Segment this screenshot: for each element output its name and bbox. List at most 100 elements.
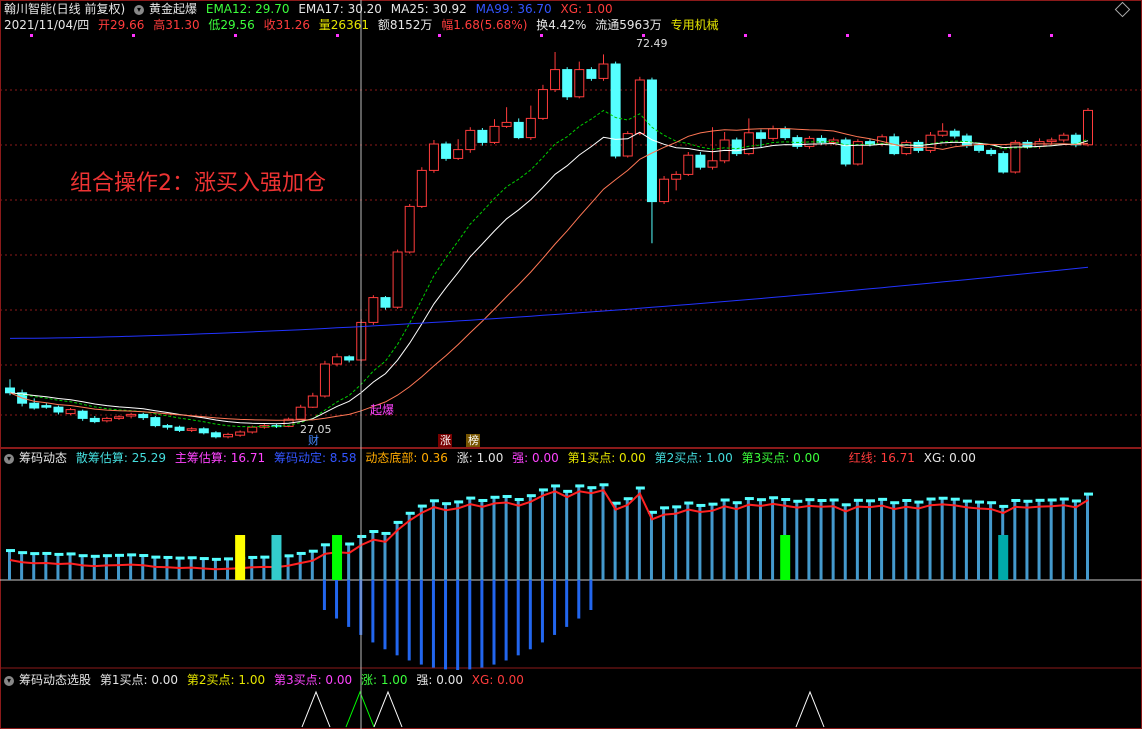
chip-bar <box>843 504 847 580</box>
candle-body <box>138 413 149 419</box>
indicator2-toggle-icon[interactable]: ▾ <box>4 453 14 464</box>
candle-body <box>53 406 64 413</box>
top-marker-dot <box>948 34 951 37</box>
candle-body <box>65 409 76 415</box>
ma99-value: MA99: 36.70 <box>475 2 552 16</box>
candlestick-series <box>5 52 1093 439</box>
chip-bar <box>831 500 835 580</box>
ma25-value: MA25: 30.92 <box>390 2 467 16</box>
quote-volume: 量26361 <box>318 18 369 32</box>
chip-bar <box>819 500 823 580</box>
indicator-toggle-icon[interactable]: ▾ <box>134 4 145 15</box>
top-marker-dot <box>438 34 441 37</box>
chip-bar <box>880 499 884 580</box>
candle-body <box>537 89 548 119</box>
chip-neg-bar <box>371 580 375 643</box>
candle-body <box>223 433 234 438</box>
candle-body <box>1058 134 1069 141</box>
chip-bar <box>8 550 11 580</box>
candle-body <box>695 154 706 168</box>
chip-bar <box>129 554 133 580</box>
top-marker-dot <box>30 34 33 37</box>
candle-body <box>5 387 15 394</box>
top-marker-dots <box>30 34 1053 37</box>
chip-bar <box>80 555 84 580</box>
chip-bar <box>286 555 290 580</box>
chip-neg-bar <box>468 580 472 670</box>
indicator3-name[interactable]: 筹码动态选股 <box>19 673 91 687</box>
signal-bar <box>332 535 343 580</box>
indicator2-name[interactable]: 筹码动态 <box>19 451 67 465</box>
chip-neg-bar <box>504 580 508 661</box>
chip-bar <box>976 502 980 580</box>
symbol-title[interactable]: 翰川智能(日线 前复权) <box>4 2 125 16</box>
quote-amount: 额8152万 <box>377 18 433 32</box>
candle-body <box>768 128 779 139</box>
cai-marker: 财 <box>308 433 319 447</box>
quote-turnover: 换4.42% <box>536 18 587 32</box>
chip-neg-bar <box>407 580 411 661</box>
candle-body <box>198 428 209 434</box>
candle-body <box>731 139 742 155</box>
quote-high: 高31.30 <box>153 18 200 32</box>
chip-bar <box>32 553 36 580</box>
chip-bar <box>722 500 726 580</box>
signal-bar <box>235 535 246 580</box>
chip-bar <box>964 501 968 580</box>
ind3-buy1: 第1买点: 0.00 <box>99 673 179 687</box>
chip-bar <box>419 506 423 580</box>
chip-neg-bar <box>347 580 351 627</box>
top-marker-dot <box>234 34 237 37</box>
chip-bar <box>686 503 690 580</box>
dibu-value: 动态底部: 0.36 <box>365 451 448 465</box>
hongxian-value: 红线: 16.71 <box>848 451 915 465</box>
indicator-name[interactable]: 黄金起爆 <box>149 2 197 16</box>
chip-neg-bar <box>553 580 557 635</box>
strategy-annotation: 组合操作2：涨买入强加仓 <box>70 171 326 196</box>
chip-bar <box>989 502 993 580</box>
quote-amplitude: 幅1.68(5.68%) <box>441 18 528 32</box>
chip-neg-bar <box>444 580 448 670</box>
candle-body <box>574 69 585 98</box>
chip-neg-bar <box>431 580 435 668</box>
candle-body <box>174 426 185 431</box>
chip-bar <box>1061 499 1065 580</box>
chip-bar <box>44 553 48 580</box>
chip-bar <box>928 499 932 580</box>
candle-body <box>998 153 1009 173</box>
candle-body <box>126 413 137 417</box>
candle-body <box>501 121 512 127</box>
candle-body <box>550 69 561 91</box>
chip-neg-bar <box>456 580 460 670</box>
candle-body <box>150 417 161 427</box>
chip-bar <box>601 484 605 580</box>
chip-neg-bar <box>589 580 593 610</box>
candle-body <box>864 141 875 145</box>
candle-body <box>634 79 645 135</box>
chip-neg-bar <box>383 580 387 650</box>
indicator3-header: ▾ 筹码动态选股 第1买点: 0.00 第2买点: 1.00 第3买点: 0.00… <box>4 672 529 688</box>
top-marker-dot <box>1050 34 1053 37</box>
quote-float: 流通5963万 <box>595 18 662 32</box>
candle-body <box>671 173 682 180</box>
candle-body <box>489 125 500 143</box>
chip-bar <box>662 507 666 580</box>
candle-body <box>41 405 52 408</box>
chip-bar <box>771 497 775 580</box>
chip-bar <box>540 489 544 580</box>
chip-bar <box>698 505 702 580</box>
chip-bar <box>1037 500 1041 580</box>
qibao-signal-label: 起爆 <box>370 403 394 417</box>
chip-bar <box>553 485 557 580</box>
chip-bar <box>613 503 617 580</box>
ind3-buy3: 第3买点: 0.00 <box>273 673 353 687</box>
chip-bar <box>528 495 532 580</box>
chip-neg-bar <box>540 580 544 643</box>
ema12-value: EMA12: 29.70 <box>205 2 290 16</box>
chip-dynamics-histogram <box>6 483 1093 670</box>
candle-body <box>986 149 997 155</box>
indicator3-toggle-icon[interactable]: ▾ <box>4 675 14 686</box>
chart-canvas: 组合操作2：涨买入强加仓 72.49 27.05 起爆 财 涨 榜 <box>0 0 1142 729</box>
chip-bar <box>407 513 411 580</box>
chip-bar <box>710 504 714 580</box>
